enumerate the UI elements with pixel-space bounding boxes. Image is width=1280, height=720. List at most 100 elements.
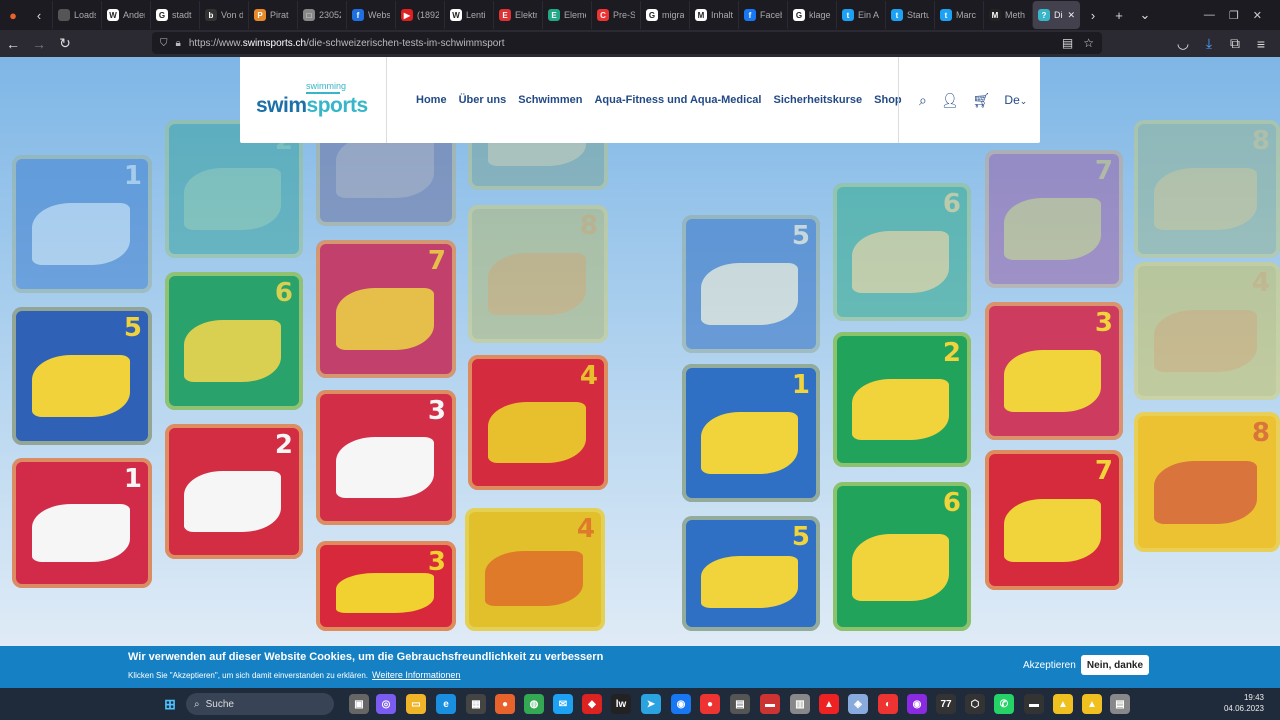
browser-tab[interactable]: Loads xyxy=(52,1,101,29)
browser-tab[interactable]: Gklage xyxy=(787,1,836,29)
nav-home[interactable]: Home xyxy=(416,94,447,106)
firefox-menu-icon[interactable]: ● xyxy=(0,2,26,28)
pocket-icon[interactable]: ◡ xyxy=(1170,31,1196,57)
browser-tab[interactable]: M Inhalt xyxy=(689,1,738,29)
pictogram-figure xyxy=(852,534,949,602)
taskbar-app-icon[interactable]: ● xyxy=(700,694,720,714)
nav-sicherheitskurse[interactable]: Sicherheitskurse xyxy=(773,94,862,106)
list-tabs-icon[interactable]: ⌄ xyxy=(1132,2,1158,28)
taskbar-app-icon[interactable]: ◉ xyxy=(671,694,691,714)
taskbar-app-icon[interactable]: ⬡ xyxy=(965,694,985,714)
taskbar-app-icon[interactable]: ◈ xyxy=(848,694,868,714)
taskbar-app-icon[interactable]: ✆ xyxy=(994,694,1014,714)
browser-tab[interactable]: t Marc xyxy=(934,1,983,29)
browser-tab[interactable]: b Von d xyxy=(199,1,248,29)
new-tab-icon[interactable]: + xyxy=(1106,2,1132,28)
tile-number: 8 xyxy=(1251,126,1270,156)
system-clock[interactable]: 19:43 04.06.2023 xyxy=(1224,692,1264,714)
taskbar-app-icon[interactable]: ▬ xyxy=(1024,694,1044,714)
back-icon[interactable]: ← xyxy=(0,31,26,57)
tab-title: stadt xyxy=(172,10,192,20)
browser-tab[interactable]: ▶ (1892 xyxy=(395,1,444,29)
taskbar-app-icon[interactable]: ▲ xyxy=(1053,694,1073,714)
nav-aqua-fitness[interactable]: Aqua-Fitness und Aqua-Medical xyxy=(594,94,761,106)
browser-tab[interactable]: Gmigra xyxy=(640,1,689,29)
nav-ueber-uns[interactable]: Über uns xyxy=(459,94,507,106)
tab-favicon-icon: t xyxy=(940,9,952,21)
browser-tab[interactable]: M Meth xyxy=(983,1,1032,29)
browser-tab[interactable]: E Eleme xyxy=(542,1,591,29)
browser-tab[interactable]: C Pre-S xyxy=(591,1,640,29)
pictogram-tile: 1 xyxy=(682,364,820,502)
taskbar-app-icon[interactable]: ✉ xyxy=(553,694,573,714)
downloads-icon[interactable]: ⤓ xyxy=(1196,31,1222,57)
logo-big-text: swimsports xyxy=(256,94,368,117)
minimize-icon[interactable]: — xyxy=(1204,9,1215,22)
browser-tab[interactable]: Gstadt xyxy=(150,1,199,29)
reload-icon[interactable]: ↻ xyxy=(52,31,78,57)
browser-tab[interactable]: P Pirat xyxy=(248,1,297,29)
tile-number: 3 xyxy=(427,547,446,577)
start-icon[interactable]: ⊞ xyxy=(160,694,180,714)
taskbar-app-icon[interactable]: ▦ xyxy=(466,694,486,714)
taskbar-app-icon[interactable]: lw xyxy=(611,694,631,714)
forward-icon[interactable]: → xyxy=(26,31,52,57)
lock-icon[interactable]: 🔒︎ xyxy=(176,38,181,49)
pictogram-tile: 8 xyxy=(1134,120,1280,258)
taskbar-app-icon[interactable]: 77 xyxy=(936,694,956,714)
browser-tab[interactable]: t Startu xyxy=(885,1,934,29)
url-bar[interactable]: ⛉ 🔒︎ https://www.swimsports.ch/die-schwe… xyxy=(152,32,1102,54)
browser-tab[interactable]: ? Die ✕ xyxy=(1032,1,1080,29)
decline-cookies-button[interactable]: Nein, danke xyxy=(1081,655,1149,675)
browser-tab[interactable]: W Andere xyxy=(101,1,150,29)
taskbar-app-icon[interactable]: ◐ xyxy=(878,694,898,714)
taskbar-app-icon[interactable]: ▲ xyxy=(819,694,839,714)
tab-title: Ein A xyxy=(858,10,880,20)
pictogram-figure xyxy=(184,320,281,383)
cart-icon[interactable]: 🛒︎ xyxy=(973,92,991,109)
taskbar-app-icon[interactable]: ◉ xyxy=(907,694,927,714)
reader-view-icon[interactable]: ▤ xyxy=(1062,36,1073,50)
browser-tab[interactable]: t Ein A xyxy=(836,1,885,29)
taskbar-app-icon[interactable]: e xyxy=(436,694,456,714)
search-icon[interactable]: ⌕ xyxy=(919,92,927,109)
close-tab-icon[interactable]: ✕ xyxy=(1067,10,1075,21)
tile-number: 5 xyxy=(791,522,810,552)
taskbar-app-icon[interactable]: ▭ xyxy=(406,694,426,714)
taskbar-app-icon[interactable]: ◆ xyxy=(582,694,602,714)
taskbar-app-icon[interactable]: ➤ xyxy=(641,694,661,714)
more-info-link[interactable]: Weitere Informationen xyxy=(372,670,460,680)
tab-scroll-left-icon[interactable]: ‹ xyxy=(26,2,52,28)
taskbar-app-icon[interactable]: ▤ xyxy=(730,694,750,714)
language-switcher[interactable]: De⌄ xyxy=(1004,93,1027,107)
nav-schwimmen[interactable]: Schwimmen xyxy=(518,94,582,106)
taskbar-app-icon[interactable]: ◍ xyxy=(524,694,544,714)
taskbar-search[interactable]: ⌕ Suche xyxy=(186,693,334,715)
restore-icon[interactable]: ❐ xyxy=(1229,9,1239,22)
taskbar-app-icon[interactable]: ◎ xyxy=(376,694,396,714)
browser-tab[interactable]: E Elektr xyxy=(493,1,542,29)
taskbar-app-icon[interactable]: ● xyxy=(495,694,515,714)
user-icon[interactable]: 👤︎ xyxy=(941,92,959,109)
browser-tab[interactable]: □ 23052 xyxy=(297,1,346,29)
bookmark-star-icon[interactable]: ☆ xyxy=(1083,36,1094,50)
taskbar-app-icon[interactable]: ▲ xyxy=(1082,694,1102,714)
taskbar-app-icon[interactable]: ▬ xyxy=(760,694,780,714)
taskbar-app-icon[interactable]: ▤ xyxy=(1110,694,1130,714)
shield-icon[interactable]: ⛉ xyxy=(160,38,168,49)
pictogram-figure xyxy=(335,136,434,199)
tab-scroll-right-icon[interactable]: › xyxy=(1080,2,1106,28)
tab-title: Lenti xyxy=(466,10,486,20)
close-window-icon[interactable]: ✕ xyxy=(1253,9,1262,22)
accept-cookies-button[interactable]: Akzeptieren xyxy=(1023,660,1076,671)
browser-tab-strip: ● ‹ LoadsWAndereGstadtbVon dPPirat□23052… xyxy=(0,0,1280,30)
taskbar-app-icon[interactable]: ▣ xyxy=(349,694,369,714)
app-menu-icon[interactable]: ≡ xyxy=(1248,31,1274,57)
extensions-icon[interactable]: ⧉ xyxy=(1222,31,1248,57)
site-logo[interactable]: swimming swimsports xyxy=(240,57,387,143)
taskbar-app-icon[interactable]: ▥ xyxy=(790,694,810,714)
browser-tab[interactable]: f Faceb xyxy=(738,1,787,29)
tab-title: Von d xyxy=(221,10,243,20)
browser-tab[interactable]: f Webs xyxy=(346,1,395,29)
browser-tab[interactable]: W Lenti xyxy=(444,1,493,29)
